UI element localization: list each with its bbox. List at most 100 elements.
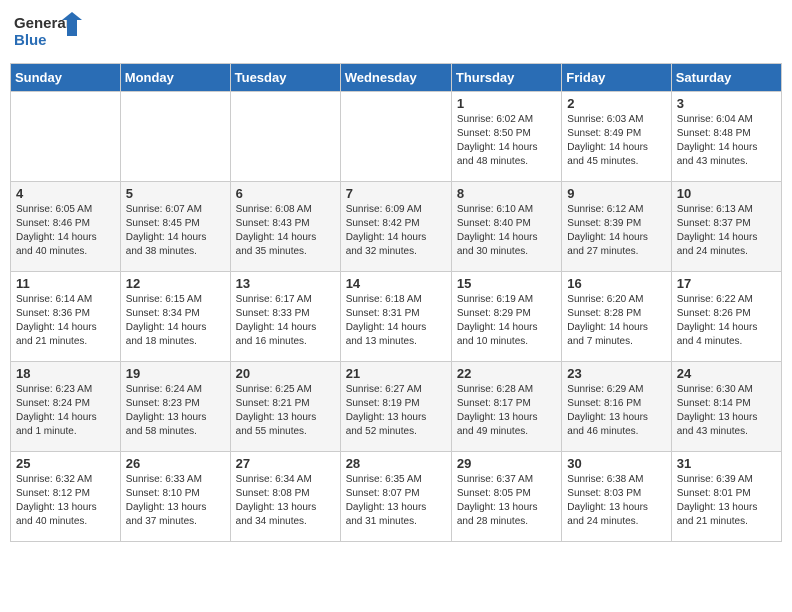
- day-number: 3: [677, 96, 776, 111]
- day-number: 7: [346, 186, 446, 201]
- weekday-header-monday: Monday: [120, 64, 230, 92]
- day-info: Sunrise: 6:35 AM Sunset: 8:07 PM Dayligh…: [346, 473, 446, 529]
- calendar-cell: 5 Sunrise: 6:07 AM Sunset: 8:45 PM Daylig…: [120, 182, 230, 272]
- week-row-4: 18 Sunrise: 6:23 AM Sunset: 8:24 PM Dayli…: [11, 362, 782, 452]
- day-number: 6: [236, 186, 335, 201]
- day-number: 17: [677, 276, 776, 291]
- day-info: Sunrise: 6:09 AM Sunset: 8:42 PM Dayligh…: [346, 203, 446, 259]
- day-info: Sunrise: 6:12 AM Sunset: 8:39 PM Dayligh…: [567, 203, 665, 259]
- calendar-cell: 2 Sunrise: 6:03 AM Sunset: 8:49 PM Daylig…: [562, 92, 671, 182]
- calendar-cell: 27Sunrise: 6:34 AM Sunset: 8:08 PM Dayli…: [230, 452, 340, 542]
- day-info: Sunrise: 6:08 AM Sunset: 8:43 PM Dayligh…: [236, 203, 335, 259]
- calendar-cell: [11, 92, 121, 182]
- week-row-1: 1Sunrise: 6:02 AM Sunset: 8:50 PM Daylig…: [11, 92, 782, 182]
- calendar-cell: 24 Sunrise: 6:30 AM Sunset: 8:14 PM Dayli…: [671, 362, 781, 452]
- svg-text:General: General: [14, 15, 70, 32]
- calendar-cell: 21Sunrise: 6:27 AM Sunset: 8:19 PM Dayli…: [340, 362, 451, 452]
- calendar-cell: 22Sunrise: 6:28 AM Sunset: 8:17 PM Dayli…: [451, 362, 561, 452]
- calendar-cell: 30 Sunrise: 6:38 AM Sunset: 8:03 PM Dayli…: [562, 452, 671, 542]
- day-number: 31: [677, 456, 776, 471]
- calendar-cell: [340, 92, 451, 182]
- day-info: Sunrise: 6:20 AM Sunset: 8:28 PM Dayligh…: [567, 293, 665, 349]
- day-number: 23: [567, 366, 665, 381]
- calendar-cell: 12 Sunrise: 6:15 AM Sunset: 8:34 PM Dayli…: [120, 272, 230, 362]
- day-number: 2: [567, 96, 665, 111]
- logo: General Blue: [14, 10, 84, 55]
- calendar-cell: 29 Sunrise: 6:37 AM Sunset: 8:05 PM Dayli…: [451, 452, 561, 542]
- day-number: 21: [346, 366, 446, 381]
- day-info: Sunrise: 6:25 AM Sunset: 8:21 PM Dayligh…: [236, 383, 335, 439]
- day-number: 1: [457, 96, 556, 111]
- day-info: Sunrise: 6:39 AM Sunset: 8:01 PM Dayligh…: [677, 473, 776, 529]
- logo-svg: General Blue: [14, 10, 84, 55]
- day-number: 19: [126, 366, 225, 381]
- day-info: Sunrise: 6:07 AM Sunset: 8:45 PM Dayligh…: [126, 203, 225, 259]
- day-number: 9: [567, 186, 665, 201]
- weekday-header-thursday: Thursday: [451, 64, 561, 92]
- day-number: 16: [567, 276, 665, 291]
- day-info: Sunrise: 6:22 AM Sunset: 8:26 PM Dayligh…: [677, 293, 776, 349]
- day-number: 29: [457, 456, 556, 471]
- calendar-cell: 20 Sunrise: 6:25 AM Sunset: 8:21 PM Dayli…: [230, 362, 340, 452]
- day-info: Sunrise: 6:23 AM Sunset: 8:24 PM Dayligh…: [16, 383, 115, 439]
- day-number: 28: [346, 456, 446, 471]
- day-info: Sunrise: 6:10 AM Sunset: 8:40 PM Dayligh…: [457, 203, 556, 259]
- weekday-header-sunday: Sunday: [11, 64, 121, 92]
- day-info: Sunrise: 6:30 AM Sunset: 8:14 PM Dayligh…: [677, 383, 776, 439]
- calendar-cell: 11 Sunrise: 6:14 AM Sunset: 8:36 PM Dayli…: [11, 272, 121, 362]
- day-number: 14: [346, 276, 446, 291]
- day-info: Sunrise: 6:28 AM Sunset: 8:17 PM Dayligh…: [457, 383, 556, 439]
- day-number: 20: [236, 366, 335, 381]
- day-info: Sunrise: 6:19 AM Sunset: 8:29 PM Dayligh…: [457, 293, 556, 349]
- day-number: 4: [16, 186, 115, 201]
- calendar-cell: 28 Sunrise: 6:35 AM Sunset: 8:07 PM Dayli…: [340, 452, 451, 542]
- day-number: 13: [236, 276, 335, 291]
- day-info: Sunrise: 6:24 AM Sunset: 8:23 PM Dayligh…: [126, 383, 225, 439]
- day-number: 11: [16, 276, 115, 291]
- day-info: Sunrise: 6:38 AM Sunset: 8:03 PM Dayligh…: [567, 473, 665, 529]
- day-info: Sunrise: 6:14 AM Sunset: 8:36 PM Dayligh…: [16, 293, 115, 349]
- day-info: Sunrise: 6:33 AM Sunset: 8:10 PM Dayligh…: [126, 473, 225, 529]
- day-number: 24: [677, 366, 776, 381]
- day-info: Sunrise: 6:15 AM Sunset: 8:34 PM Dayligh…: [126, 293, 225, 349]
- weekday-header-saturday: Saturday: [671, 64, 781, 92]
- day-info: Sunrise: 6:18 AM Sunset: 8:31 PM Dayligh…: [346, 293, 446, 349]
- day-info: Sunrise: 6:13 AM Sunset: 8:37 PM Dayligh…: [677, 203, 776, 259]
- calendar-cell: 25Sunrise: 6:32 AM Sunset: 8:12 PM Dayli…: [11, 452, 121, 542]
- calendar-cell: 16 Sunrise: 6:20 AM Sunset: 8:28 PM Dayli…: [562, 272, 671, 362]
- day-number: 18: [16, 366, 115, 381]
- day-info: Sunrise: 6:37 AM Sunset: 8:05 PM Dayligh…: [457, 473, 556, 529]
- calendar-cell: 9 Sunrise: 6:12 AM Sunset: 8:39 PM Daylig…: [562, 182, 671, 272]
- day-info: Sunrise: 6:32 AM Sunset: 8:12 PM Dayligh…: [16, 473, 115, 529]
- day-number: 30: [567, 456, 665, 471]
- day-info: Sunrise: 6:17 AM Sunset: 8:33 PM Dayligh…: [236, 293, 335, 349]
- weekday-header-friday: Friday: [562, 64, 671, 92]
- calendar-cell: 6 Sunrise: 6:08 AM Sunset: 8:43 PM Daylig…: [230, 182, 340, 272]
- day-info: Sunrise: 6:03 AM Sunset: 8:49 PM Dayligh…: [567, 113, 665, 169]
- day-number: 27: [236, 456, 335, 471]
- day-number: 12: [126, 276, 225, 291]
- weekday-header-wednesday: Wednesday: [340, 64, 451, 92]
- calendar-cell: 4 Sunrise: 6:05 AM Sunset: 8:46 PM Daylig…: [11, 182, 121, 272]
- calendar-cell: 18 Sunrise: 6:23 AM Sunset: 8:24 PM Dayli…: [11, 362, 121, 452]
- day-info: Sunrise: 6:05 AM Sunset: 8:46 PM Dayligh…: [16, 203, 115, 259]
- weekday-header-tuesday: Tuesday: [230, 64, 340, 92]
- calendar-cell: 17 Sunrise: 6:22 AM Sunset: 8:26 PM Dayli…: [671, 272, 781, 362]
- day-info: Sunrise: 6:04 AM Sunset: 8:48 PM Dayligh…: [677, 113, 776, 169]
- day-number: 15: [457, 276, 556, 291]
- calendar-cell: 10 Sunrise: 6:13 AM Sunset: 8:37 PM Dayli…: [671, 182, 781, 272]
- calendar-cell: 3 Sunrise: 6:04 AM Sunset: 8:48 PM Daylig…: [671, 92, 781, 182]
- day-number: 26: [126, 456, 225, 471]
- day-number: 8: [457, 186, 556, 201]
- calendar-cell: [120, 92, 230, 182]
- calendar-table: SundayMondayTuesdayWednesdayThursdayFrid…: [10, 63, 782, 542]
- day-info: Sunrise: 6:29 AM Sunset: 8:16 PM Dayligh…: [567, 383, 665, 439]
- calendar-cell: 26 Sunrise: 6:33 AM Sunset: 8:10 PM Dayli…: [120, 452, 230, 542]
- calendar-cell: 31 Sunrise: 6:39 AM Sunset: 8:01 PM Dayli…: [671, 452, 781, 542]
- page-header: General Blue: [10, 10, 782, 55]
- calendar-cell: 23 Sunrise: 6:29 AM Sunset: 8:16 PM Dayli…: [562, 362, 671, 452]
- day-number: 5: [126, 186, 225, 201]
- calendar-cell: 19 Sunrise: 6:24 AM Sunset: 8:23 PM Dayli…: [120, 362, 230, 452]
- day-number: 10: [677, 186, 776, 201]
- calendar-cell: [230, 92, 340, 182]
